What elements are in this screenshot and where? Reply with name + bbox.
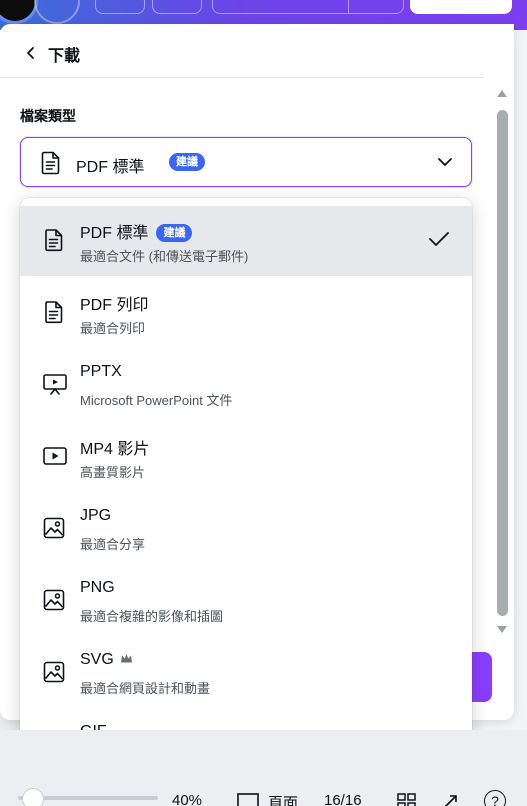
toolbar-button-group[interactable] [212,0,404,14]
grid-view-icon[interactable] [396,792,418,806]
option-label: PDF 列印 [80,297,149,314]
recommended-badge: 建議 [169,153,205,171]
toolbar-circle-button[interactable] [34,0,80,24]
option-name: SVG [80,651,133,669]
file-type-option[interactable]: MP4 影片 高畫質影片 [20,422,472,492]
pages-label[interactable]: 頁面 [268,792,298,806]
recommended-badge: 建議 [156,224,193,242]
file-type-option[interactable]: SVG 最適合網頁設計和動畫 [20,638,472,708]
option-name: JPG [80,507,111,525]
document-icon [42,228,66,252]
toolbar-button[interactable] [152,0,202,14]
panel-title: 下載 [48,48,81,65]
option-name: PNG [80,579,115,597]
user-avatar[interactable] [0,0,38,24]
option-label: PPTX [80,363,122,380]
option-description: 高畫質影片 [80,465,146,480]
file-type-option[interactable]: PPTX Microsoft PowerPoint 文件 [20,350,472,420]
file-type-option[interactable]: PNG 最適合複雜的影像和插圖 [20,566,472,636]
status-bar: 40% 頁面 16/16 ? [0,730,527,806]
share-button[interactable] [410,0,512,14]
pages-icon [237,793,259,806]
page-count: 16/16 [324,792,362,806]
option-description: 最適合網頁設計和動畫 [80,681,211,696]
option-label: MP4 影片 [80,441,150,458]
option-label: JPG [80,507,112,524]
option-description: 最適合複雜的影像和插圖 [80,609,224,624]
zoom-slider-handle[interactable] [22,788,44,806]
panel-header: 下載 [0,24,484,78]
toolbar-divider [348,0,349,13]
fullscreen-icon[interactable] [440,792,460,806]
image-icon [42,516,66,540]
file-type-option[interactable]: PDF 標準 建議最適合文件 (和傳送電子郵件) [20,206,472,276]
back-button[interactable] [18,40,44,66]
option-description: 最適合分享 [80,537,146,552]
option-description: 最適合文件 (和傳送電子郵件) [80,249,249,264]
checkmark-icon [428,230,450,253]
document-icon [42,300,66,324]
option-description: Microsoft PowerPoint 文件 [80,393,233,408]
chevron-down-icon [438,158,452,166]
option-name: MP4 影片 [80,435,149,459]
scroll-up-arrow[interactable] [497,90,507,97]
file-type-option[interactable]: PDF 列印 最適合列印 [20,278,472,348]
image-icon [42,588,66,612]
scrollbar-thumb[interactable] [497,110,508,616]
scroll-down-arrow[interactable] [497,626,507,633]
option-label: PDF 標準 [80,225,149,242]
option-label: PNG [80,579,115,596]
option-label: SVG [80,651,114,668]
file-type-label: 檔案類型 [20,108,76,124]
crown-icon [120,651,133,669]
file-type-select[interactable]: PDF 標準 建議 [20,137,472,187]
video-icon [42,444,67,468]
option-description: 最適合列印 [80,321,146,336]
zoom-level[interactable]: 40% [172,792,202,806]
file-type-dropdown: PDF 標準 建議 最適合文件 (和傳送電子郵件) PDF 列印 最適合列印 PPTX Mi… [20,198,472,786]
document-icon [41,151,60,175]
help-button[interactable]: ? [484,790,506,806]
toolbar-button[interactable] [95,0,145,14]
option-name: PPTX [80,363,122,381]
option-name: PDF 標準 建議 [80,219,193,243]
selected-file-type: PDF 標準 [76,159,145,176]
chevron-left-icon [27,47,34,59]
file-type-option[interactable]: JPG 最適合分享 [20,494,472,564]
presentation-icon [42,372,67,396]
image-icon [42,660,66,684]
option-name: PDF 列印 [80,291,148,315]
